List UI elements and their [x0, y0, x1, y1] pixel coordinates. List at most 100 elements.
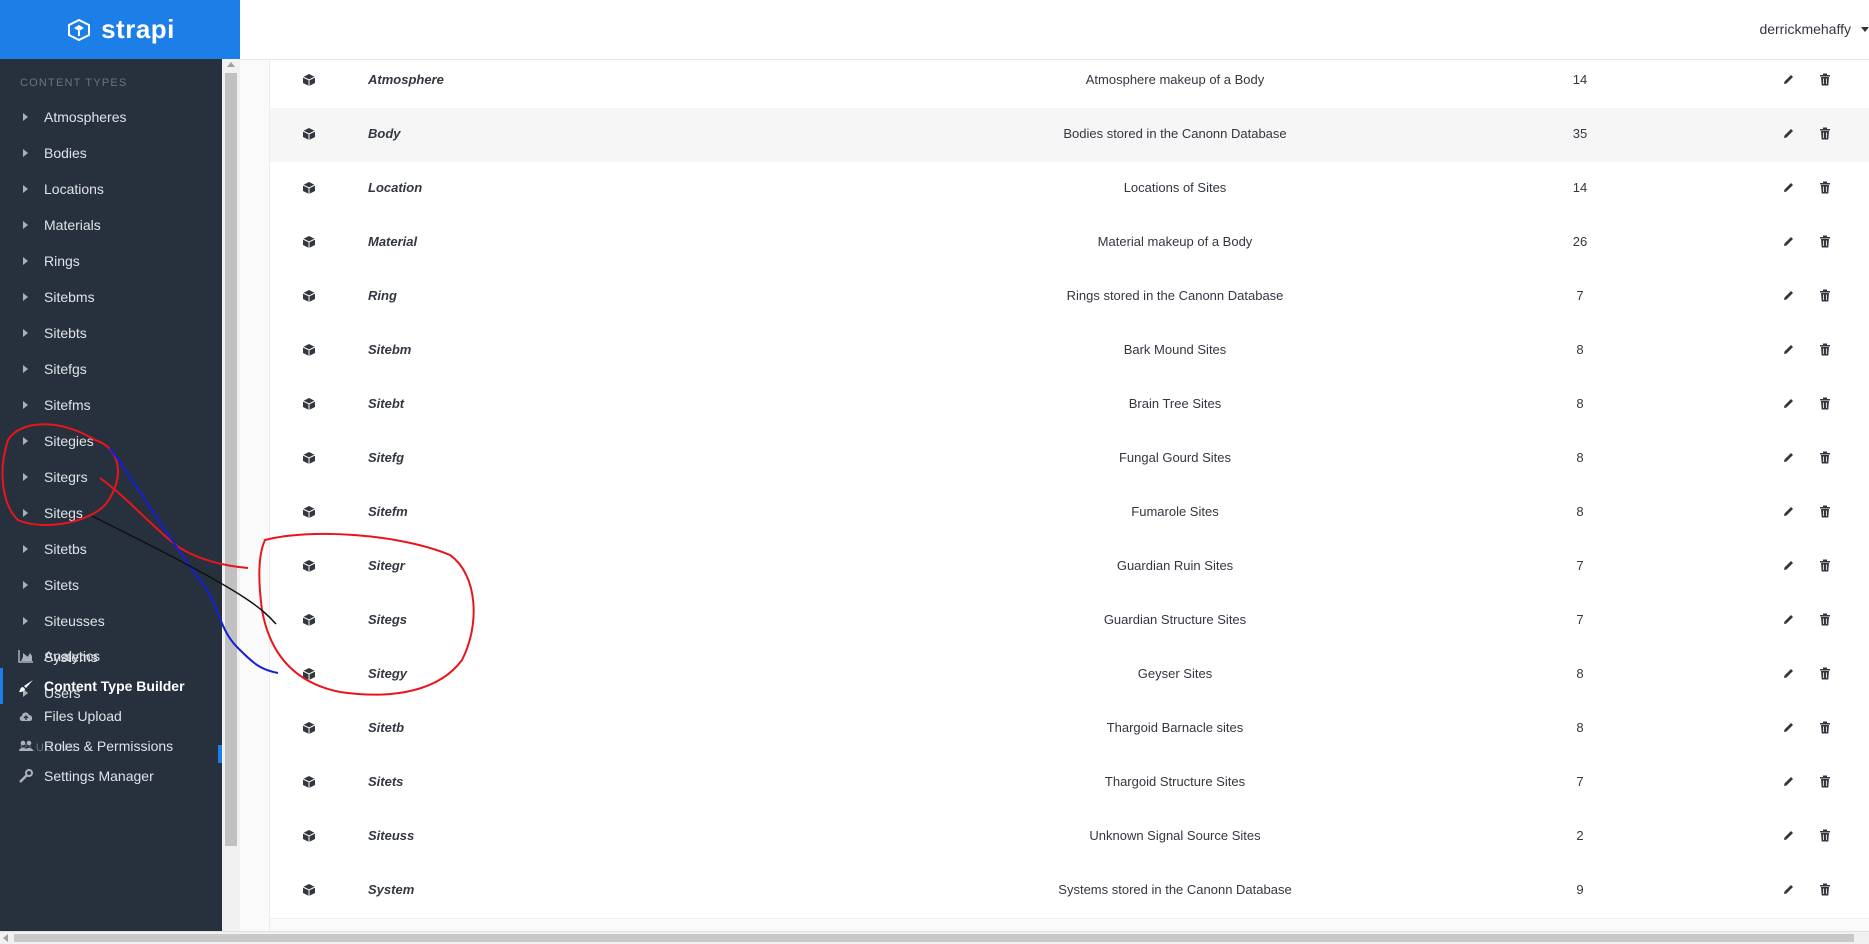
content-type-description: Unknown Signal Source Sites: [1089, 828, 1261, 843]
table-row[interactable]: Sitegs Guardian Structure Sites 7: [270, 594, 1869, 649]
table-row[interactable]: Atmosphere Atmosphere makeup of a Body 14: [270, 60, 1869, 109]
sidebar-item-sitebts[interactable]: Sitebts: [0, 315, 222, 351]
trash-icon[interactable]: [1819, 559, 1831, 572]
brand-header[interactable]: strapi: [0, 0, 240, 59]
pencil-icon[interactable]: [1782, 289, 1795, 302]
content-type-description: Fumarole Sites: [1131, 504, 1219, 519]
trash-icon[interactable]: [1819, 613, 1831, 626]
content-type-name: Sitefg: [368, 450, 405, 465]
paint-brush-icon: [19, 680, 33, 692]
cube-icon: [302, 182, 316, 194]
table-row[interactable]: System Systems stored in the Canonn Datab…: [270, 864, 1869, 919]
trash-icon[interactable]: [1819, 289, 1831, 302]
content-type-description: Fungal Gourd Sites: [1118, 450, 1231, 465]
sidebar-item-label: Bodies: [44, 145, 87, 161]
content-type-name: Sitets: [368, 774, 404, 789]
sidebar-item-locations[interactable]: Locations: [0, 171, 222, 207]
pencil-icon[interactable]: [1782, 181, 1795, 194]
sidebar-item-label: Sitefgs: [44, 361, 87, 377]
pencil-icon[interactable]: [1782, 451, 1795, 464]
pencil-icon[interactable]: [1782, 343, 1795, 356]
trash-icon[interactable]: [1819, 127, 1831, 140]
sidebar-item-label: Atmospheres: [44, 109, 127, 125]
table-row[interactable]: Siteuss Unknown Signal Source Sites 2: [270, 810, 1869, 865]
trash-icon[interactable]: [1819, 451, 1831, 464]
pencil-icon[interactable]: [1782, 613, 1795, 626]
sidebar-scrollbar[interactable]: [222, 59, 240, 931]
sidebar-item-sitefms[interactable]: Sitefms: [0, 387, 222, 423]
sidebar-item-siteusses[interactable]: Siteusses: [0, 603, 222, 639]
table-row[interactable]: Sitegy Geyser Sites 8: [270, 648, 1869, 703]
sidebar-item-atmospheres[interactable]: Atmospheres: [0, 99, 222, 135]
pencil-icon[interactable]: [1782, 73, 1795, 86]
sidebar-nav: CONTENT TYPES Atmospheres Bodies Locations…: [0, 59, 222, 931]
table-row[interactable]: Sitetb Thargoid Barnacle sites 8: [270, 702, 1869, 757]
pencil-icon[interactable]: [1782, 775, 1795, 788]
field-count: 35: [1572, 126, 1588, 141]
trash-icon[interactable]: [1819, 775, 1831, 788]
sidebar-item-materials[interactable]: Materials: [0, 207, 222, 243]
trash-icon[interactable]: [1819, 721, 1831, 734]
pencil-icon[interactable]: [1782, 721, 1795, 734]
content-type-description: Bark Mound Sites: [1123, 342, 1227, 357]
pencil-icon[interactable]: [1782, 505, 1795, 518]
sidebar-item-label: Rings: [44, 253, 80, 269]
sidebar-scroll-thumb[interactable]: [225, 73, 237, 846]
pencil-icon[interactable]: [1782, 559, 1795, 572]
content-type-name: Sitegy: [368, 666, 408, 681]
caret-right-icon: [23, 113, 28, 121]
scroll-up-icon[interactable]: [227, 62, 235, 67]
pencil-icon[interactable]: [1782, 127, 1795, 140]
table-row[interactable]: Ring Rings stored in the Canonn Database 7: [270, 270, 1869, 325]
cube-icon: [302, 290, 316, 302]
pencil-icon[interactable]: [1782, 883, 1795, 896]
cube-icon: [302, 398, 316, 410]
sidebar-item-label: Sitetbs: [44, 541, 87, 557]
pencil-icon[interactable]: [1782, 667, 1795, 680]
table-row[interactable]: Sitebm Bark Mound Sites 8: [270, 324, 1869, 379]
cube-icon: [302, 74, 316, 86]
plugin-item-label: Content Type Builder: [44, 678, 185, 694]
pencil-icon[interactable]: [1782, 235, 1795, 248]
trash-icon[interactable]: [1819, 883, 1831, 896]
table-row[interactable]: Sitefm Fumarole Sites 8: [270, 486, 1869, 541]
sidebar-item-sitets[interactable]: Sitets: [0, 567, 222, 603]
plugin-item-settings-manager[interactable]: Settings Manager: [0, 758, 222, 794]
table-row[interactable]: Sitets Thargoid Structure Sites 7: [270, 756, 1869, 811]
caret-right-icon: [23, 437, 28, 445]
trash-icon[interactable]: [1819, 181, 1831, 194]
table-row[interactable]: Location Locations of Sites 14: [270, 162, 1869, 217]
table-row[interactable]: Body Bodies stored in the Canonn Database…: [270, 108, 1869, 163]
sidebar-item-sitegs[interactable]: Sitegs: [0, 495, 222, 531]
trash-icon[interactable]: [1819, 829, 1831, 842]
table-row[interactable]: Sitebt Brain Tree Sites 8: [270, 378, 1869, 433]
trash-icon[interactable]: [1819, 343, 1831, 356]
caret-down-icon[interactable]: [1861, 27, 1869, 32]
caret-right-icon: [23, 581, 28, 589]
table-row[interactable]: Sitefg Fungal Gourd Sites 8: [270, 432, 1869, 487]
trash-icon[interactable]: [1819, 505, 1831, 518]
sidebar-item-bodies[interactable]: Bodies: [0, 135, 222, 171]
caret-right-icon: [23, 329, 28, 337]
sidebar-item-sitefgs[interactable]: Sitefgs: [0, 351, 222, 387]
pencil-icon[interactable]: [1782, 829, 1795, 842]
trash-icon[interactable]: [1819, 235, 1831, 248]
sidebar-item-sitegrs[interactable]: Sitegrs: [0, 459, 222, 495]
table-row[interactable]: Sitegr Guardian Ruin Sites 7: [270, 540, 1869, 595]
plugin-item-label: Files Upload: [44, 708, 122, 724]
trash-icon[interactable]: [1819, 397, 1831, 410]
table-row[interactable]: Material Material makeup of a Body 26: [270, 216, 1869, 271]
horizontal-scroll-thumb[interactable]: [14, 934, 1854, 942]
cube-icon: [302, 560, 316, 572]
sidebar-item-sitebms[interactable]: Sitebms: [0, 279, 222, 315]
sidebar-item-rings[interactable]: Rings: [0, 243, 222, 279]
sidebar-item-sitetbs[interactable]: Sitetbs: [0, 531, 222, 567]
horizontal-scrollbar[interactable]: [0, 931, 1869, 944]
scroll-left-icon[interactable]: [3, 934, 8, 942]
brand-name: strapi: [101, 14, 175, 44]
user-menu[interactable]: derrickmehaffy: [1759, 21, 1851, 37]
trash-icon[interactable]: [1819, 73, 1831, 86]
sidebar-item-sitegies[interactable]: Sitegies: [0, 423, 222, 459]
pencil-icon[interactable]: [1782, 397, 1795, 410]
trash-icon[interactable]: [1819, 667, 1831, 680]
